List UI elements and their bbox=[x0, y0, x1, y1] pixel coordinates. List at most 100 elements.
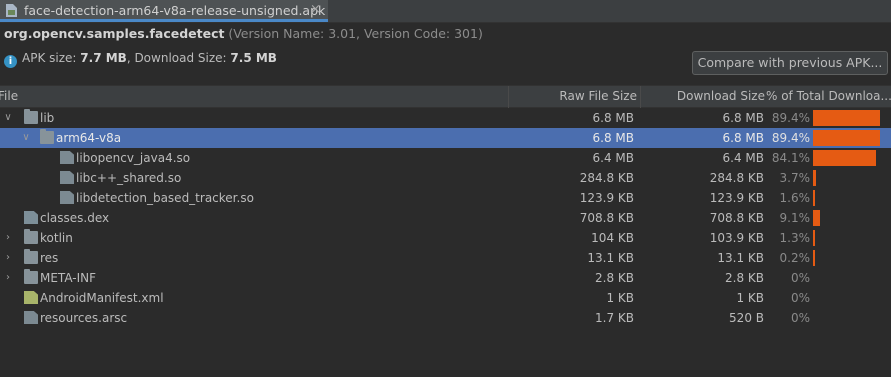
arsc-file-icon bbox=[24, 311, 38, 324]
file-name: resources.arsc bbox=[40, 311, 128, 325]
download-size: 6.8 MB bbox=[722, 131, 764, 145]
unknown-file-icon bbox=[60, 191, 74, 204]
size-bar bbox=[813, 230, 815, 246]
apk-size-value: 7.7 MB bbox=[80, 51, 127, 65]
apk-file-icon bbox=[6, 4, 17, 17]
file-name: kotlin bbox=[40, 231, 73, 245]
percent-of-total: 0% bbox=[790, 291, 810, 305]
folder-icon bbox=[24, 269, 38, 284]
table-row[interactable]: AndroidManifest.xml 1 KB 1 KB 0% bbox=[0, 288, 891, 308]
size-bar bbox=[813, 210, 820, 226]
folder-icon bbox=[24, 109, 38, 124]
table-row[interactable]: › kotlin 104 KB 103.9 KB 1.3% bbox=[0, 228, 891, 248]
apk-size-summary: i APK size: 7.7 MB, Download Size: 7.5 MB bbox=[4, 51, 277, 68]
size-bar bbox=[813, 150, 876, 166]
unknown-file-icon bbox=[60, 151, 74, 164]
table-row[interactable]: libopencv_java4.so 6.4 MB 6.4 MB 84.1% bbox=[0, 148, 891, 168]
apk-size-label: APK size: bbox=[22, 51, 77, 65]
download-size: 6.8 MB bbox=[722, 111, 764, 125]
raw-file-size: 13.1 KB bbox=[587, 251, 634, 265]
file-name: arm64-v8a bbox=[56, 131, 122, 145]
column-header-download-size[interactable]: Download Size bbox=[677, 89, 765, 103]
percent-of-total: 89.4% bbox=[771, 111, 810, 125]
percent-of-total: 9.1% bbox=[779, 211, 811, 225]
column-divider[interactable] bbox=[640, 86, 641, 108]
download-size-value: 7.5 MB bbox=[230, 51, 277, 65]
download-size-label: , Download Size: bbox=[126, 51, 227, 65]
table-row[interactable]: classes.dex 708.8 KB 708.8 KB 9.1% bbox=[0, 208, 891, 228]
percent-of-total: 89.4% bbox=[771, 131, 810, 145]
chevron-right-icon[interactable]: › bbox=[2, 268, 14, 288]
download-size: 284.8 KB bbox=[709, 171, 764, 185]
percent-of-total: 1.3% bbox=[779, 231, 811, 245]
folder-icon bbox=[24, 229, 38, 244]
package-name: org.opencv.samples.facedetect bbox=[4, 26, 225, 41]
raw-file-size: 104 KB bbox=[591, 231, 634, 245]
size-bar bbox=[813, 250, 815, 266]
percent-of-total: 0% bbox=[790, 271, 810, 285]
table-row[interactable]: ∨ lib 6.8 MB 6.8 MB 89.4% bbox=[0, 108, 891, 128]
file-name: AndroidManifest.xml bbox=[40, 291, 164, 305]
file-name: res bbox=[40, 251, 59, 265]
size-bar bbox=[813, 110, 880, 126]
editor-tab-apk[interactable]: face-detection-arm64-v8a-release-unsigne… bbox=[0, 0, 328, 22]
size-bar bbox=[813, 170, 816, 186]
file-name: libc++_shared.so bbox=[76, 171, 182, 185]
raw-file-size: 1.7 KB bbox=[595, 311, 634, 325]
raw-file-size: 1 KB bbox=[606, 291, 634, 305]
download-size: 708.8 KB bbox=[709, 211, 764, 225]
tab-title: face-detection-arm64-v8a-release-unsigne… bbox=[24, 3, 326, 18]
folder-icon bbox=[24, 249, 38, 264]
column-header-percent[interactable]: % of Total Downloa... bbox=[766, 89, 891, 103]
size-bar bbox=[813, 190, 815, 206]
column-header-raw-size[interactable]: Raw File Size bbox=[559, 89, 637, 103]
raw-file-size: 123.9 KB bbox=[579, 191, 634, 205]
download-size: 13.1 KB bbox=[717, 251, 764, 265]
percent-of-total: 1.6% bbox=[779, 191, 811, 205]
table-row[interactable]: › META-INF 2.8 KB 2.8 KB 0% bbox=[0, 268, 891, 288]
table-row[interactable]: libdetection_based_tracker.so 123.9 KB 123… bbox=[0, 188, 891, 208]
raw-file-size: 6.8 MB bbox=[592, 131, 634, 145]
percent-of-total: 0% bbox=[790, 311, 810, 325]
chevron-down-icon[interactable]: ∨ bbox=[2, 108, 14, 128]
unknown-file-icon bbox=[60, 171, 74, 184]
table-row[interactable]: resources.arsc 1.7 KB 520 B 0% bbox=[0, 308, 891, 328]
file-name: libdetection_based_tracker.so bbox=[76, 191, 254, 205]
editor-tab-bar: face-detection-arm64-v8a-release-unsigne… bbox=[0, 0, 891, 23]
percent-of-total: 0.2% bbox=[779, 251, 811, 265]
file-tree-table: ∨ lib 6.8 MB 6.8 MB 89.4% ∨ arm64-v8a 6.8 MB 6.8… bbox=[0, 108, 891, 328]
download-size: 103.9 KB bbox=[709, 231, 764, 245]
table-row[interactable]: ∨ arm64-v8a 6.8 MB 6.8 MB 89.4% bbox=[0, 128, 891, 148]
file-name: libopencv_java4.so bbox=[76, 151, 191, 165]
download-size: 6.4 MB bbox=[722, 151, 764, 165]
download-size: 123.9 KB bbox=[709, 191, 764, 205]
percent-of-total: 84.1% bbox=[771, 151, 810, 165]
download-size: 520 B bbox=[729, 311, 764, 325]
raw-file-size: 2.8 KB bbox=[595, 271, 634, 285]
download-size: 1 KB bbox=[736, 291, 764, 305]
column-divider[interactable] bbox=[508, 86, 509, 108]
file-name: classes.dex bbox=[40, 211, 110, 225]
raw-file-size: 284.8 KB bbox=[579, 171, 634, 185]
file-name: lib bbox=[40, 111, 55, 125]
package-info: org.opencv.samples.facedetect (Version N… bbox=[4, 26, 483, 41]
raw-file-size: 708.8 KB bbox=[579, 211, 634, 225]
percent-of-total: 3.7% bbox=[779, 171, 811, 185]
chevron-right-icon[interactable]: › bbox=[2, 228, 14, 248]
compare-button[interactable]: Compare with previous APK... bbox=[692, 51, 888, 75]
dex-file-icon bbox=[24, 211, 38, 224]
chevron-down-icon[interactable]: ∨ bbox=[20, 128, 32, 148]
table-header: File Raw File Size Download Size % of To… bbox=[0, 85, 891, 108]
manifest-file-icon bbox=[24, 291, 38, 304]
chevron-right-icon[interactable]: › bbox=[2, 248, 14, 268]
raw-file-size: 6.4 MB bbox=[592, 151, 634, 165]
table-row[interactable]: libc++_shared.so 284.8 KB 284.8 KB 3.7% bbox=[0, 168, 891, 188]
close-icon[interactable]: × bbox=[310, 2, 321, 17]
raw-file-size: 6.8 MB bbox=[592, 111, 634, 125]
file-name: META-INF bbox=[40, 271, 97, 285]
package-version: (Version Name: 3.01, Version Code: 301) bbox=[228, 26, 483, 41]
column-header-file[interactable]: File bbox=[0, 89, 18, 103]
size-bar bbox=[813, 130, 880, 146]
table-row[interactable]: › res 13.1 KB 13.1 KB 0.2% bbox=[0, 248, 891, 268]
download-size: 2.8 KB bbox=[725, 271, 764, 285]
